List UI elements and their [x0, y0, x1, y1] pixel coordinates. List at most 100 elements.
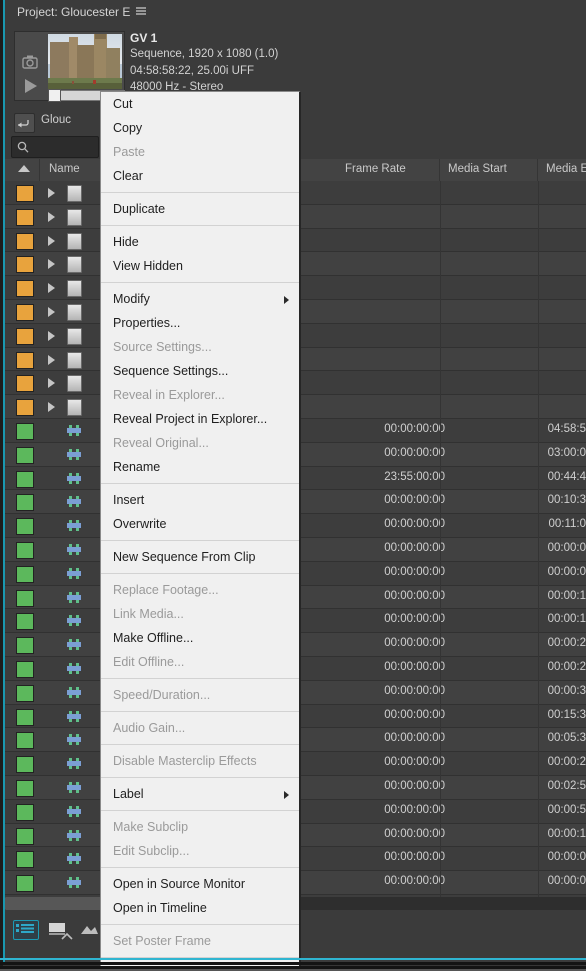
thumbnail-scrub-handle[interactable] — [48, 89, 61, 102]
window-edge-bottom-accent — [0, 958, 586, 960]
menu-item-open-in-source-monitor[interactable]: Open in Source Monitor — [101, 872, 299, 896]
menu-item-cut[interactable]: Cut — [101, 92, 299, 116]
menu-item-overwrite[interactable]: Overwrite — [101, 512, 299, 536]
clip-icon — [67, 852, 81, 865]
cell-media-end: 00:00:0 — [547, 542, 586, 554]
label-color-swatch[interactable] — [16, 518, 34, 536]
label-color-swatch[interactable] — [16, 589, 34, 607]
label-color-swatch[interactable] — [16, 803, 34, 821]
label-color-swatch[interactable] — [16, 256, 34, 274]
expand-triangle-icon[interactable] — [48, 402, 55, 413]
label-color-swatch[interactable] — [16, 684, 34, 702]
play-icon[interactable] — [19, 76, 41, 96]
menu-item-view-hidden[interactable]: View Hidden — [101, 254, 299, 278]
menu-separator — [101, 810, 299, 811]
label-color-swatch[interactable] — [16, 327, 34, 345]
menu-item-reveal-project-in-explorer[interactable]: Reveal Project in Explorer... — [101, 407, 299, 431]
context-menu[interactable]: Cut Copy Paste Clear Duplicate Hide View Hidde… — [100, 91, 301, 971]
expand-triangle-icon[interactable] — [48, 211, 55, 222]
label-color-swatch[interactable] — [16, 661, 34, 678]
clip-name: GV 1 — [130, 31, 158, 45]
expand-triangle-icon[interactable] — [48, 378, 55, 389]
menu-item-audio-gain: Audio Gain... — [113, 721, 186, 735]
label-color-swatch[interactable] — [16, 827, 34, 845]
label-color-swatch[interactable] — [16, 708, 34, 726]
cell-media-start: 00:00:00:00 — [384, 708, 445, 721]
camera-icon[interactable] — [19, 52, 41, 72]
cell-media-end: 03:00:0 — [547, 446, 586, 459]
expand-triangle-icon[interactable] — [48, 283, 55, 294]
menu-item-source-settings: Source Settings... — [113, 340, 212, 354]
cell-media-end: 00:00:2 — [547, 637, 586, 650]
menu-item-sequence-settings[interactable]: Sequence Settings... — [101, 359, 299, 383]
expand-triangle-icon[interactable] — [48, 188, 55, 198]
freeform-view-icon[interactable] — [77, 920, 101, 938]
clip-metadata: GV 1 Sequence, 1920 x 1080 (1.0) 04:58:5… — [130, 30, 430, 96]
menu-item-hide[interactable]: Hide — [101, 230, 299, 254]
breadcrumb-label[interactable]: Glouc — [41, 114, 71, 126]
list-view-icon[interactable] — [13, 920, 39, 940]
label-color-swatch[interactable] — [16, 185, 34, 202]
menu-item-insert[interactable]: Insert — [101, 488, 299, 512]
menu-separator — [101, 540, 299, 541]
cell-media-end: 00:10:3 — [547, 494, 586, 507]
label-color-swatch[interactable] — [16, 494, 34, 512]
label-color-swatch[interactable] — [16, 542, 34, 559]
menu-item-make-offline[interactable]: Make Offline... — [101, 626, 299, 650]
label-color-swatch[interactable] — [16, 470, 34, 488]
label-color-swatch[interactable] — [16, 423, 34, 440]
menu-item-clear[interactable]: Clear — [101, 164, 299, 188]
menu-separator — [101, 867, 299, 868]
cell-media-start: 00:00:00:00 — [384, 423, 445, 435]
label-color-swatch[interactable] — [16, 375, 34, 393]
expand-triangle-icon[interactable] — [48, 307, 55, 317]
label-color-swatch[interactable] — [16, 780, 34, 797]
menu-item-label[interactable]: Label — [101, 782, 299, 806]
cell-media-end: 00:02:5 — [547, 780, 586, 792]
clip-duration-line: 04:58:58:22, 25.00i UFF — [130, 64, 255, 77]
menu-item-properties[interactable]: Properties... — [101, 311, 299, 335]
label-color-swatch[interactable] — [16, 851, 34, 869]
sequence-icon — [67, 375, 82, 393]
expand-triangle-icon[interactable] — [48, 259, 55, 270]
cell-media-end: 00:00:0 — [547, 875, 586, 888]
label-color-swatch[interactable] — [16, 732, 34, 750]
cell-media-start: 00:00:00:00 — [384, 684, 445, 697]
expand-triangle-icon[interactable] — [48, 354, 55, 365]
hamburger-menu-icon[interactable] — [133, 4, 149, 20]
label-color-swatch[interactable] — [16, 232, 34, 250]
window-edge-bottom-1 — [0, 962, 586, 965]
menu-item-rename[interactable]: Rename — [101, 455, 299, 479]
scroll-up-icon[interactable] — [58, 930, 76, 944]
menu-separator — [101, 678, 299, 679]
label-color-swatch[interactable] — [16, 351, 34, 369]
label-color-swatch[interactable] — [16, 399, 34, 417]
label-color-swatch[interactable] — [16, 304, 34, 321]
expand-triangle-icon[interactable] — [48, 235, 55, 246]
label-color-swatch[interactable] — [16, 875, 34, 893]
menu-item-set-poster-frame: Set Poster Frame — [113, 934, 211, 948]
menu-item-open-in-timeline[interactable]: Open in Timeline — [101, 896, 299, 920]
up-folder-icon[interactable] — [14, 113, 35, 133]
menu-item-new-sequence-from-clip[interactable]: New Sequence From Clip — [101, 545, 299, 569]
label-color-swatch[interactable] — [16, 756, 34, 774]
cell-media-end: 04:58:5 — [547, 423, 586, 435]
label-color-swatch[interactable] — [16, 637, 34, 655]
cell-media-start: 00:00:00:00 — [384, 732, 445, 745]
menu-separator — [101, 192, 299, 193]
label-color-swatch[interactable] — [16, 208, 34, 226]
menu-item-duplicate[interactable]: Duplicate — [101, 197, 299, 221]
label-color-swatch[interactable] — [16, 613, 34, 631]
sort-ascending-icon[interactable] — [18, 165, 30, 172]
column-divider — [538, 181, 539, 897]
menu-item-copy[interactable]: Copy — [101, 116, 299, 140]
menu-item-link-media: Link Media... — [113, 607, 184, 621]
menu-item-modify[interactable]: Modify — [101, 287, 299, 311]
search-icon — [17, 140, 29, 153]
label-color-swatch[interactable] — [16, 446, 34, 464]
expand-triangle-icon[interactable] — [48, 330, 55, 341]
cell-media-start: 00:00:00:00 — [384, 827, 445, 840]
label-color-swatch[interactable] — [16, 280, 34, 298]
menu-item-edit-offline: Edit Offline... — [113, 655, 185, 669]
label-color-swatch[interactable] — [16, 565, 34, 583]
